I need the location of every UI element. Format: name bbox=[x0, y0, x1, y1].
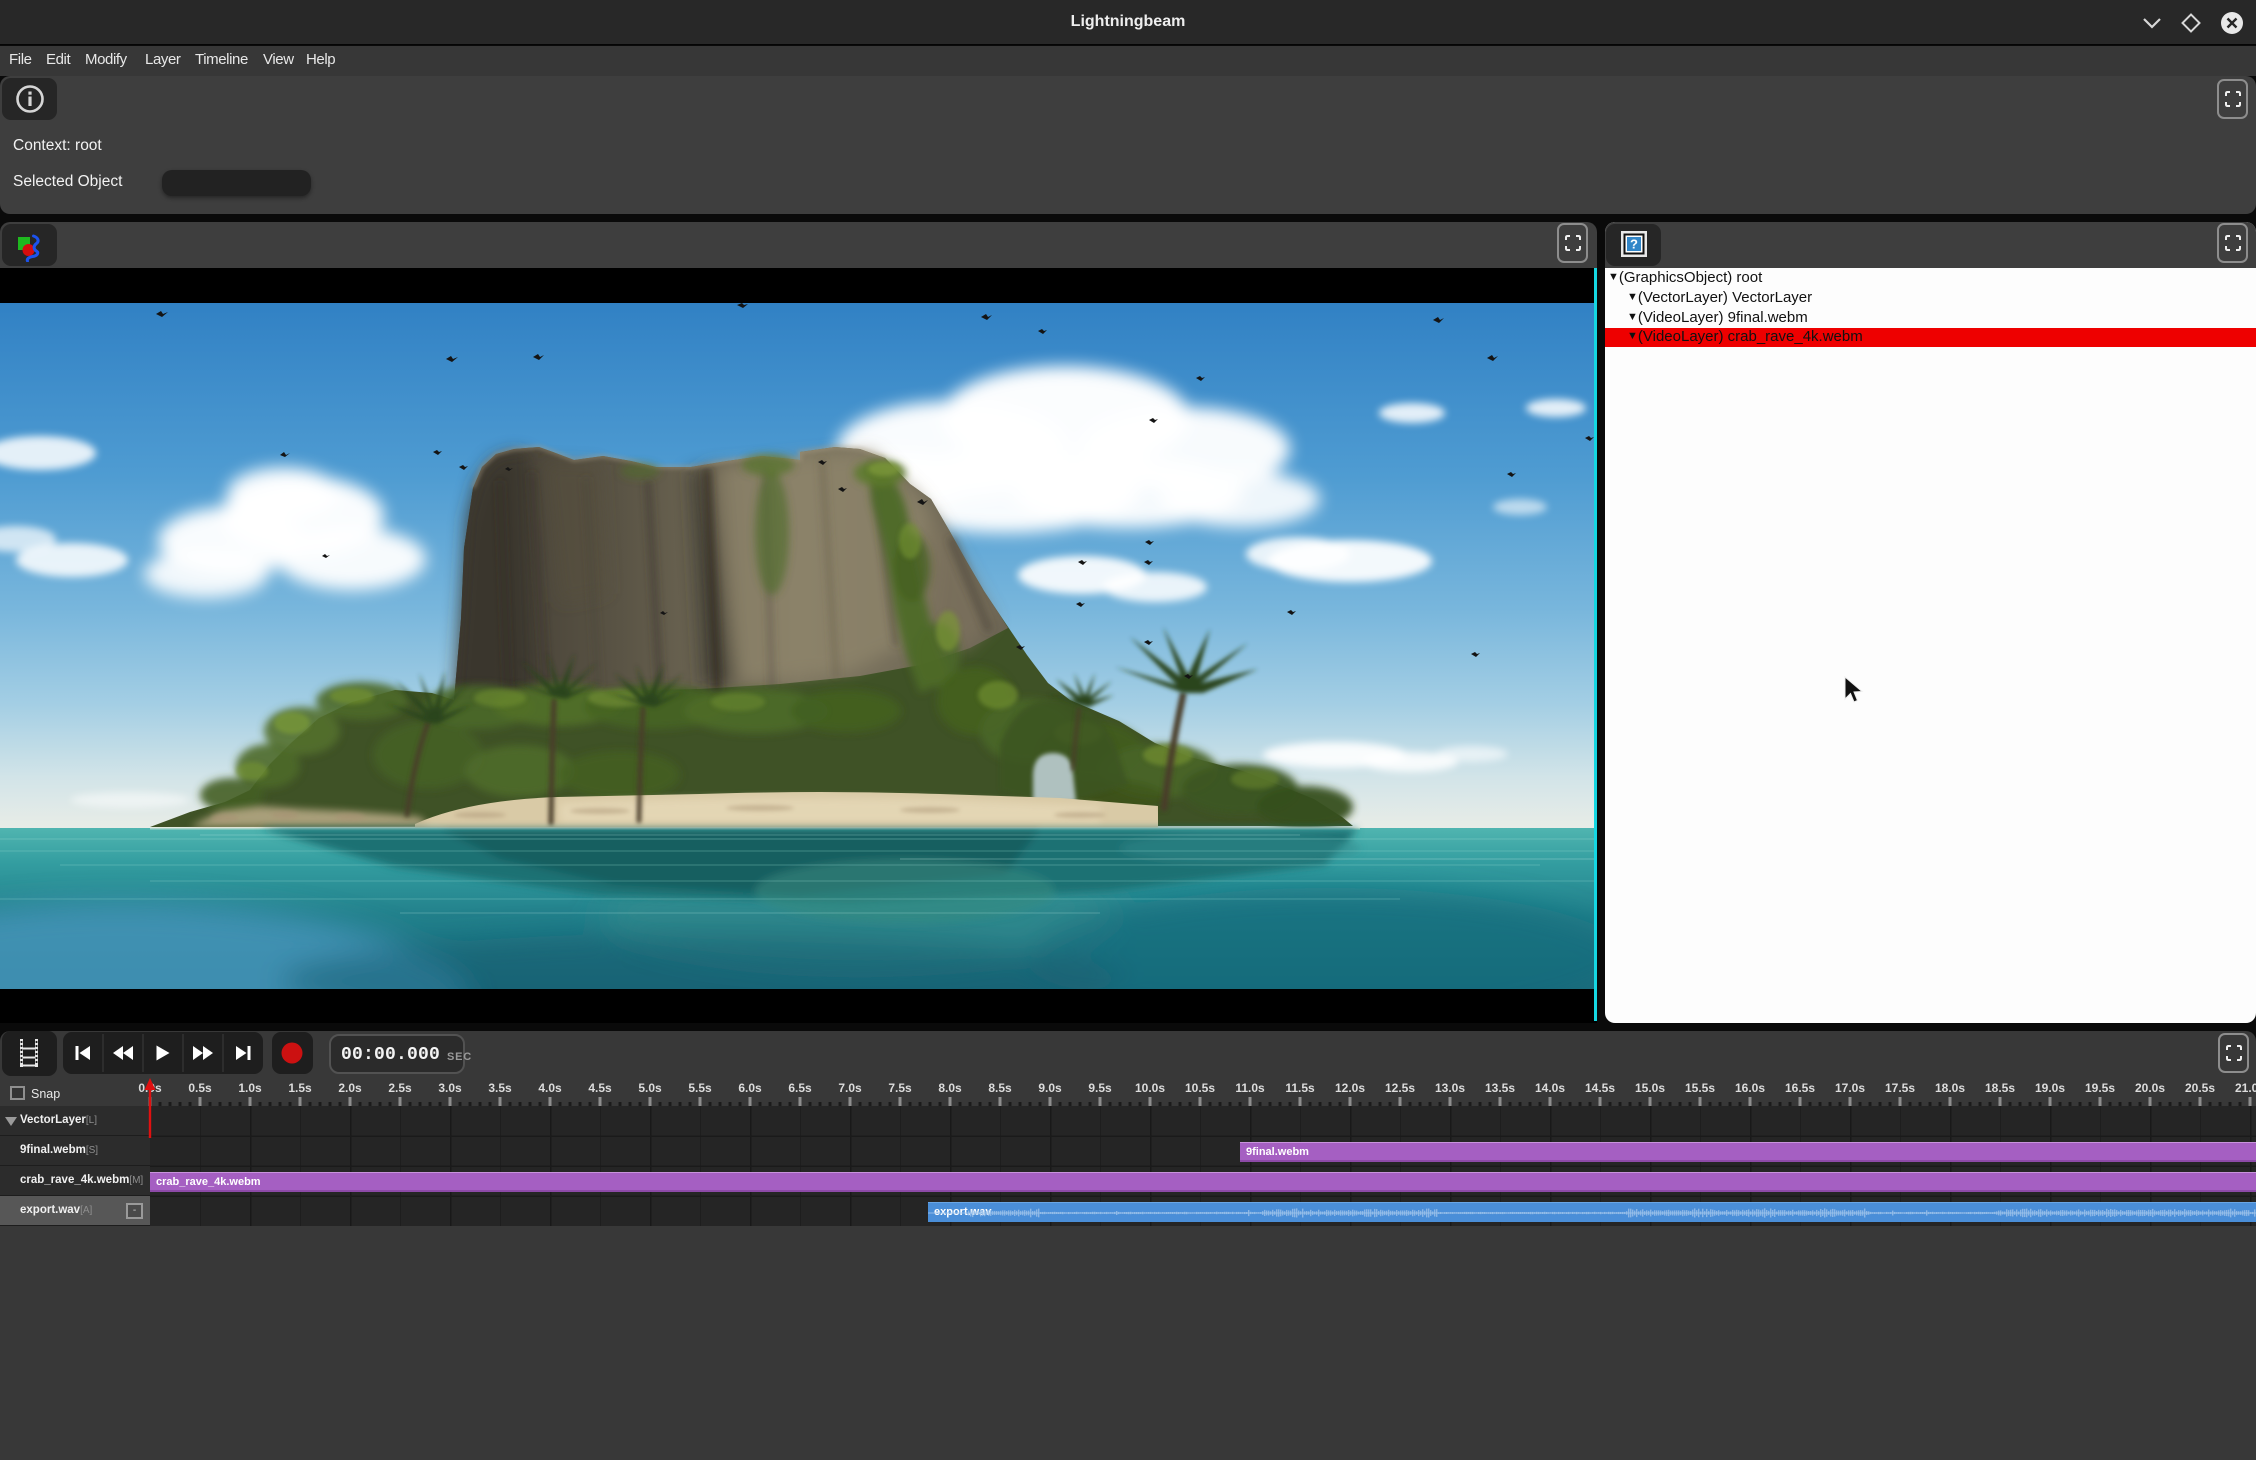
svg-text:?: ? bbox=[1630, 237, 1638, 252]
